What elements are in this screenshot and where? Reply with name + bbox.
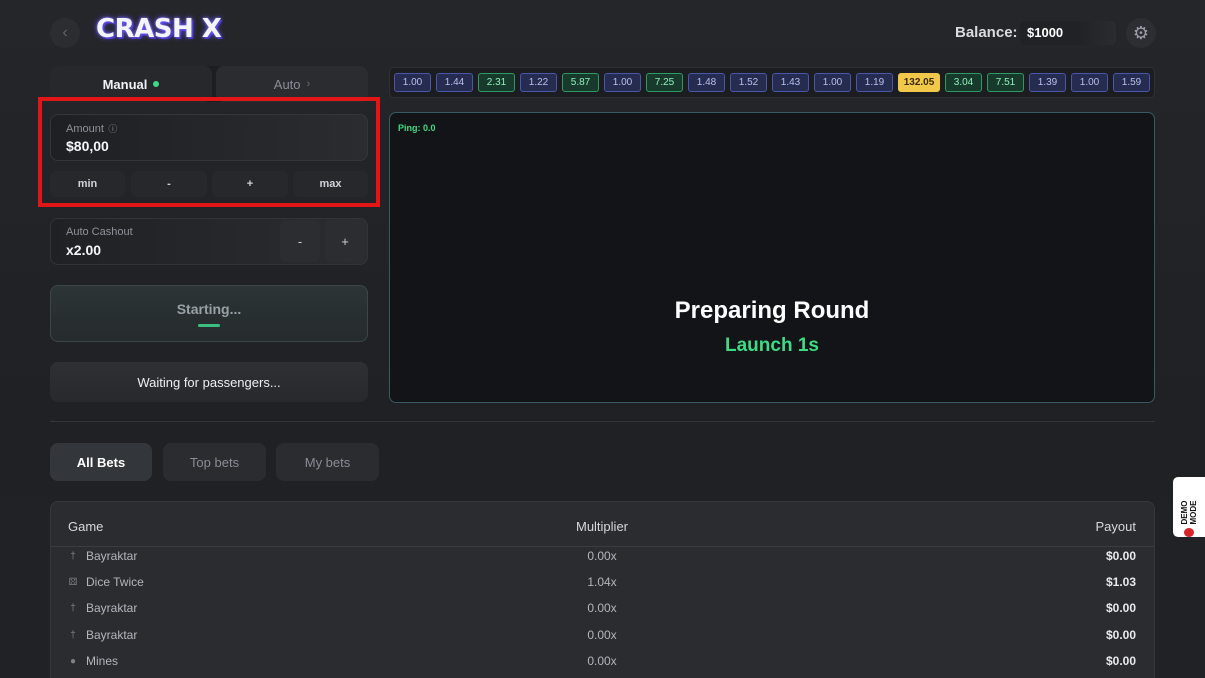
ping-indicator: Ping: 0.0 (398, 123, 436, 133)
back-button[interactable]: ‹ (50, 18, 80, 48)
history-multiplier-chip: 1.43 (772, 73, 809, 92)
chevron-right-icon: › (306, 78, 311, 90)
history-multiplier-chip: 1.44 (436, 73, 473, 92)
auto-cashout-label: Auto Cashout (66, 226, 133, 238)
history-multiplier-chip: 1.59 (1113, 73, 1150, 92)
active-dot-icon (153, 81, 160, 87)
game-name: Bayraktar (86, 601, 138, 615)
game-canvas (389, 112, 1155, 403)
history-multiplier-chip: 132.05 (898, 73, 940, 92)
table-row-payout: $0.00 (1105, 628, 1136, 642)
balance-label: Balance: (955, 24, 1018, 41)
round-status-title: Preparing Round (674, 297, 870, 324)
table-row-multiplier: 0.00x (587, 628, 617, 642)
history-multiplier-chip: 1.48 (688, 73, 725, 92)
chevron-left-icon: ‹ (62, 24, 68, 41)
table-row-multiplier: 0.00x (587, 601, 617, 615)
cashout-increase-button[interactable]: + (325, 220, 365, 262)
history-multiplier-chip: 1.00 (394, 73, 431, 92)
highlight-box (38, 97, 380, 207)
table-row-payout: $0.00 (1105, 601, 1136, 615)
history-multiplier-chip: 7.25 (646, 73, 683, 92)
bomb-icon: ● (69, 655, 77, 667)
rocket-icon: † (70, 629, 76, 641)
cashout-decrease-button[interactable]: - (280, 220, 320, 262)
table-row-multiplier: 0.00x (587, 654, 617, 668)
demo-mode-label: DEMO MODE (1180, 500, 1198, 525)
history-multiplier-chip: 5.87 (562, 73, 599, 92)
column-header-payout: Payout (1095, 519, 1136, 534)
launch-countdown: Launch 1s (725, 335, 819, 356)
history-multiplier-chip: 1.39 (1029, 73, 1066, 92)
table-row-payout: $1.03 (1105, 575, 1136, 589)
column-header-multiplier: Multiplier (575, 519, 628, 534)
history-multiplier-chip: 7.51 (987, 73, 1024, 92)
dice-icon: ⚄ (68, 576, 78, 588)
gear-icon: ⚙ (1132, 22, 1150, 43)
table-row-payout: $0.00 (1105, 549, 1136, 563)
table-header-divider (51, 546, 1154, 547)
table-row-game: ● Mines (68, 654, 118, 668)
history-multiplier-chip: 1.00 (604, 73, 641, 92)
tab-my-bets[interactable]: My bets (276, 443, 379, 481)
start-button[interactable]: Starting... (50, 285, 368, 342)
game-name: Mines (86, 654, 119, 668)
history-multiplier-chip: 3.04 (945, 73, 982, 92)
history-multiplier-chip: 1.00 (814, 73, 851, 92)
tab-top-bets[interactable]: Top bets (163, 443, 266, 481)
close-icon[interactable] (1184, 527, 1194, 537)
game-name: Dice Twice (86, 575, 144, 589)
table-row-game: † Bayraktar (68, 549, 137, 563)
status-message: Waiting for passengers... (50, 362, 368, 402)
column-header-game: Game (68, 519, 104, 534)
multiplier-history: 1.00 1.44 2.31 1.22 5.87 1.00 7.25 1.48 1.52 1.43… (389, 67, 1155, 98)
table-row-multiplier: 0.00x (587, 549, 617, 563)
balance-value: $1000 (1020, 21, 1116, 45)
auto-cashout-value[interactable]: x2.00 (66, 242, 101, 258)
table-row-game: † Bayraktar (68, 628, 137, 642)
section-divider (50, 421, 1155, 422)
table-row-game: † Bayraktar (68, 601, 137, 615)
history-multiplier-chip: 1.22 (520, 73, 557, 92)
table-row-game: ⚄ Dice Twice (68, 575, 144, 589)
tab-manual-label: Manual (102, 76, 148, 92)
demo-mode-badge[interactable]: DEMO MODE (1173, 477, 1205, 537)
game-name: Bayraktar (86, 628, 138, 642)
table-row-multiplier: 1.04x (587, 575, 617, 589)
settings-button[interactable]: ⚙ (1126, 18, 1156, 48)
tab-all-bets[interactable]: All Bets (50, 443, 152, 481)
app-logo: CRASH X (96, 14, 222, 44)
tab-auto-label: Auto (273, 76, 301, 92)
rocket-icon: † (70, 550, 76, 562)
start-button-label: Starting... (176, 300, 242, 317)
history-multiplier-chip: 2.31 (478, 73, 515, 92)
game-name: Bayraktar (86, 549, 138, 563)
history-multiplier-chip: 1.19 (856, 73, 893, 92)
history-multiplier-chip: 1.52 (730, 73, 767, 92)
rocket-icon: † (70, 602, 76, 614)
table-row-payout: $0.00 (1105, 654, 1136, 668)
history-multiplier-chip: 1.00 (1071, 73, 1108, 92)
loading-indicator (198, 323, 220, 327)
